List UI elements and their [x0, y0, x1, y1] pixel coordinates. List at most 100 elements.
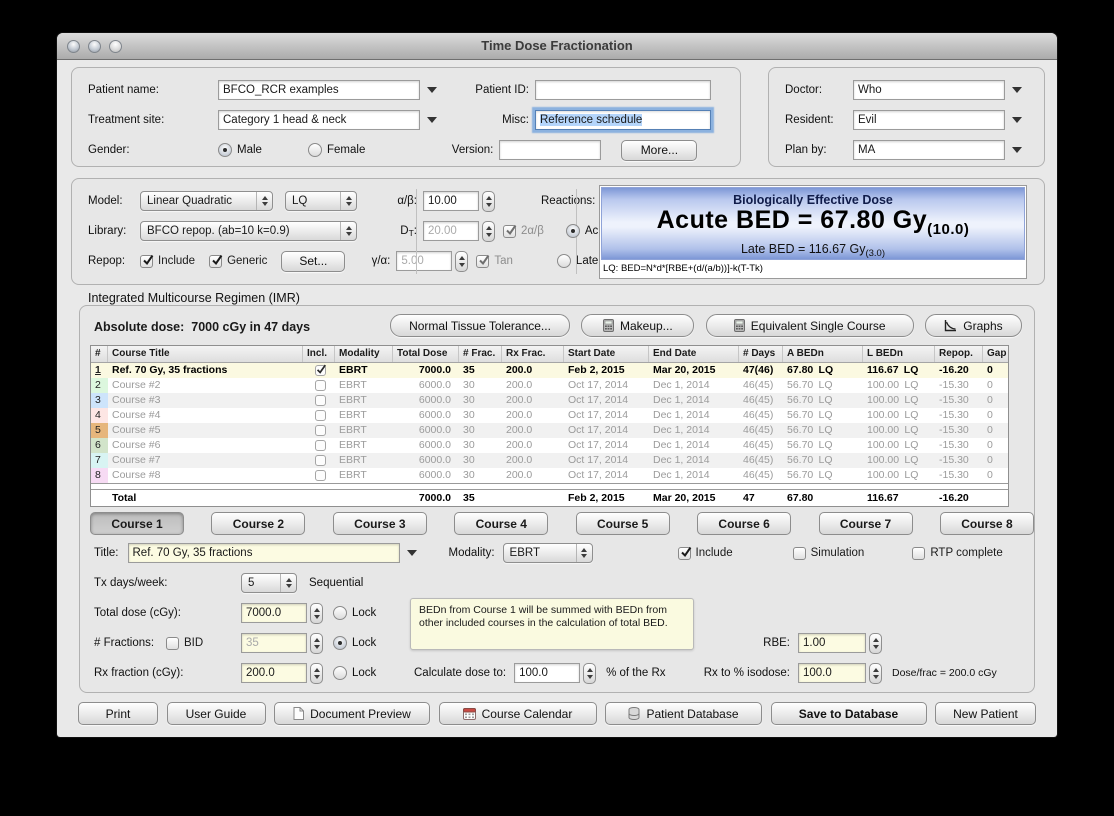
column-header[interactable]: Repop. — [935, 346, 983, 362]
column-header[interactable]: Incl. — [303, 346, 335, 362]
repop-include-checkbox[interactable] — [140, 254, 154, 268]
total-dose-stepper[interactable] — [310, 602, 323, 624]
fractions-stepper[interactable] — [310, 632, 323, 654]
resident-field[interactable]: Evil — [853, 110, 1005, 130]
female-radio[interactable] — [308, 143, 322, 157]
table-row[interactable]: 4 Course #4 EBRT 6000.0 30 200.0 Oct 17, 2014 D… — [91, 408, 1008, 423]
include-checkbox[interactable] — [315, 394, 326, 406]
column-header[interactable]: A BEDn — [783, 346, 863, 362]
fractions-field[interactable]: 35 — [241, 633, 307, 653]
column-header[interactable]: # Frac. — [459, 346, 502, 362]
rbe-field[interactable]: 1.00 — [798, 633, 866, 653]
repop-generic-checkbox[interactable] — [209, 254, 223, 268]
course-title-dropdown-icon[interactable] — [406, 550, 417, 556]
tab-course-8[interactable]: Course 8 — [939, 512, 1034, 535]
user-guide-button[interactable]: User Guide — [166, 702, 266, 725]
include-checkbox[interactable] — [315, 469, 326, 481]
patient-id-field[interactable] — [535, 80, 711, 100]
table-row[interactable]: 3 Course #3 EBRT 6000.0 30 200.0 Oct 17, 2014 D… — [91, 393, 1008, 408]
column-header[interactable]: Gap — [983, 346, 1008, 362]
plan-by-field[interactable]: MA — [853, 140, 1005, 160]
tab-course-1[interactable]: Course 1 — [90, 512, 184, 535]
tab-course-6[interactable]: Course 6 — [697, 512, 792, 535]
tab-course-3[interactable]: Course 3 — [332, 512, 427, 535]
makeup-button[interactable]: Makeup... — [581, 314, 695, 337]
fractions-lock-radio[interactable] — [333, 636, 347, 650]
patient-database-button[interactable]: Patient Database — [605, 702, 762, 725]
alpha-beta-stepper[interactable] — [482, 190, 495, 212]
include-checkbox-checked[interactable] — [315, 364, 326, 376]
patient-name-dropdown-icon[interactable] — [427, 87, 437, 93]
rbe-stepper[interactable] — [869, 632, 882, 654]
plan-by-dropdown-icon[interactable] — [1012, 147, 1022, 153]
normal-tissue-tolerance-button[interactable]: Normal Tissue Tolerance... — [390, 314, 570, 337]
gamma-alpha-field[interactable]: 5.00 — [396, 251, 453, 271]
dt-field[interactable]: 20.00 — [423, 221, 479, 241]
course-include-checkbox[interactable] — [677, 546, 691, 560]
include-checkbox[interactable] — [315, 379, 326, 391]
bid-checkbox[interactable] — [166, 636, 179, 650]
treatment-site-field[interactable]: Category 1 head & neck — [218, 110, 420, 130]
equivalent-single-course-button[interactable]: Equivalent Single Course — [705, 314, 914, 337]
title-bar[interactable]: Time Dose Fractionation — [57, 33, 1057, 60]
rx-fraction-lock-radio[interactable] — [333, 666, 347, 680]
graphs-button[interactable]: Graphs — [924, 314, 1022, 337]
treatment-site-dropdown-icon[interactable] — [427, 117, 437, 123]
calc-dose-stepper[interactable] — [583, 662, 597, 684]
rtp-complete-checkbox[interactable] — [912, 546, 926, 560]
column-header[interactable]: # — [91, 346, 108, 362]
resident-dropdown-icon[interactable] — [1012, 117, 1022, 123]
version-field[interactable] — [499, 140, 602, 160]
close-window-icon[interactable] — [67, 40, 80, 53]
isodose-field[interactable]: 100.0 — [798, 663, 866, 683]
document-preview-button[interactable]: Document Preview — [274, 702, 430, 725]
total-dose-lock-radio[interactable] — [333, 606, 347, 620]
table-row[interactable]: 5 Course #5 EBRT 6000.0 30 200.0 Oct 17, 2014 D… — [91, 423, 1008, 438]
table-row[interactable]: 1 Ref. 70 Gy, 35 fractions EBRT 7000.0 35 200… — [91, 363, 1008, 378]
column-header[interactable]: # Days — [739, 346, 783, 362]
doctor-dropdown-icon[interactable] — [1012, 87, 1022, 93]
patient-name-field[interactable]: BFCO_RCR examples — [218, 80, 420, 100]
total-dose-field[interactable]: 7000.0 — [241, 603, 307, 623]
column-header[interactable]: Course Title — [108, 346, 303, 362]
include-checkbox[interactable] — [315, 424, 326, 436]
misc-field[interactable]: Reference schedule — [535, 110, 711, 130]
doctor-field[interactable]: Who — [853, 80, 1005, 100]
rx-fraction-stepper[interactable] — [310, 662, 323, 684]
rx-fraction-field[interactable]: 200.0 — [241, 663, 307, 683]
isodose-stepper[interactable] — [869, 662, 882, 684]
tan-checkbox[interactable] — [476, 254, 490, 268]
include-checkbox[interactable] — [315, 409, 326, 421]
male-radio[interactable] — [218, 143, 232, 157]
calc-dose-field[interactable]: 100.0 — [514, 663, 581, 683]
column-header[interactable]: Total Dose — [393, 346, 459, 362]
late-radio[interactable] — [556, 254, 571, 268]
tx-days-popup[interactable]: 5 — [241, 573, 297, 593]
tab-course-5[interactable]: Course 5 — [575, 512, 670, 535]
course-title-field[interactable]: Ref. 70 Gy, 35 fractions — [127, 543, 400, 563]
course-modality-popup[interactable]: EBRT — [502, 543, 593, 563]
column-header[interactable]: Rx Frac. — [502, 346, 564, 362]
column-header[interactable]: End Date — [649, 346, 739, 362]
table-row[interactable]: 2 Course #2 EBRT 6000.0 30 200.0 Oct 17, 2014 D… — [91, 378, 1008, 393]
tab-course-7[interactable]: Course 7 — [818, 512, 913, 535]
table-row[interactable]: 6 Course #6 EBRT 6000.0 30 200.0 Oct 17, 2014 D… — [91, 438, 1008, 453]
minimize-window-icon[interactable] — [88, 40, 101, 53]
include-checkbox[interactable] — [315, 439, 326, 451]
column-header[interactable]: Modality — [335, 346, 393, 362]
tab-course-4[interactable]: Course 4 — [454, 512, 549, 535]
save-to-database-button[interactable]: Save to Database — [770, 702, 927, 725]
dt-stepper[interactable] — [482, 220, 495, 242]
gamma-alpha-stepper[interactable] — [455, 250, 469, 272]
new-patient-button[interactable]: New Patient — [935, 702, 1036, 725]
more-button[interactable]: More... — [621, 139, 698, 161]
print-button[interactable]: Print — [78, 702, 158, 725]
zoom-window-icon[interactable] — [109, 40, 122, 53]
table-row[interactable]: 8 Course #8 EBRT 6000.0 30 200.0 Oct 17, 2014 D… — [91, 468, 1008, 483]
column-header[interactable]: L BEDn — [863, 346, 935, 362]
include-checkbox[interactable] — [315, 454, 326, 466]
model-short-popup[interactable]: LQ — [285, 191, 357, 211]
model-popup[interactable]: Linear Quadratic — [140, 191, 273, 211]
set-button[interactable]: Set... — [281, 250, 346, 272]
acute-radio[interactable] — [565, 224, 580, 238]
